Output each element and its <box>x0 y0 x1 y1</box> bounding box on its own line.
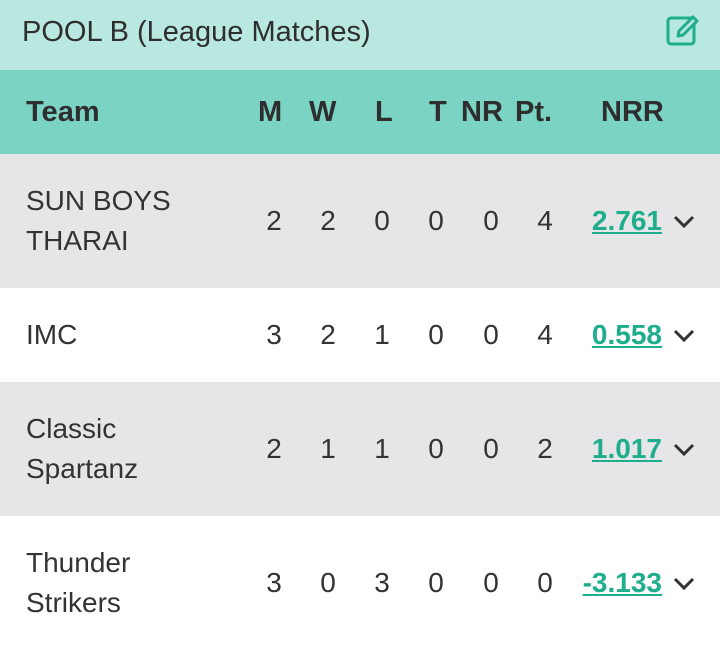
edit-button[interactable] <box>664 12 702 50</box>
ties-value: 0 <box>428 205 444 236</box>
ties-value: 0 <box>428 433 444 464</box>
edit-icon <box>666 15 699 46</box>
wins-value: 2 <box>320 205 336 236</box>
wins-value: 1 <box>320 433 336 464</box>
header-matches: M <box>258 96 283 128</box>
losses-value: 0 <box>374 205 390 236</box>
no-result-value: 0 <box>483 567 499 598</box>
team-name: SUN BOYS THARAI <box>26 185 171 256</box>
table-header: Team M W L T NR Pt. NRR <box>0 70 720 154</box>
team-name: IMC <box>26 319 78 350</box>
chevron-down-icon[interactable] <box>672 328 696 344</box>
nrr-link[interactable]: 0.558 <box>552 318 662 352</box>
table-row[interactable]: SUN BOYS THARAI 2 2 0 0 0 4 2.761 <box>0 154 720 288</box>
pool-title: POOL B (League Matches) <box>22 16 371 48</box>
pool-title-bar: POOL B (League Matches) <box>0 0 720 70</box>
table-row[interactable]: IMC 3 2 1 0 0 4 0.558 <box>0 288 720 382</box>
ties-value: 0 <box>428 567 444 598</box>
losses-value: 1 <box>374 433 390 464</box>
header-wins: W <box>309 96 337 128</box>
chevron-down-icon[interactable] <box>672 442 696 458</box>
losses-value: 1 <box>374 319 390 350</box>
no-result-value: 0 <box>483 319 499 350</box>
header-points: Pt. <box>515 96 553 128</box>
nrr-link[interactable]: 1.017 <box>552 432 662 466</box>
header-nrr: NRR <box>601 96 664 128</box>
table-row[interactable]: Classic Spartanz 2 1 1 0 0 2 1.017 <box>0 382 720 516</box>
header-no-result: NR <box>461 96 503 128</box>
team-name: Classic Spartanz <box>26 413 139 484</box>
header-team: Team <box>26 96 100 128</box>
header-ties: T <box>429 96 447 128</box>
no-result-value: 0 <box>483 433 499 464</box>
chevron-down-icon[interactable] <box>672 576 696 592</box>
ties-value: 0 <box>428 319 444 350</box>
matches-value: 3 <box>266 319 282 350</box>
matches-value: 2 <box>266 205 282 236</box>
losses-value: 3 <box>374 567 390 598</box>
wins-value: 2 <box>320 319 336 350</box>
nrr-link[interactable]: 2.761 <box>552 204 662 238</box>
matches-value: 2 <box>266 433 282 464</box>
no-result-value: 0 <box>483 205 499 236</box>
chevron-down-icon[interactable] <box>672 214 696 230</box>
wins-value: 0 <box>320 567 336 598</box>
nrr-link[interactable]: -3.133 <box>552 566 662 600</box>
header-losses: L <box>375 96 393 128</box>
matches-value: 3 <box>266 567 282 598</box>
table-row[interactable]: Thunder Strikers 3 0 3 0 0 0 -3.133 <box>0 516 720 650</box>
team-name: Thunder Strikers <box>26 547 131 618</box>
